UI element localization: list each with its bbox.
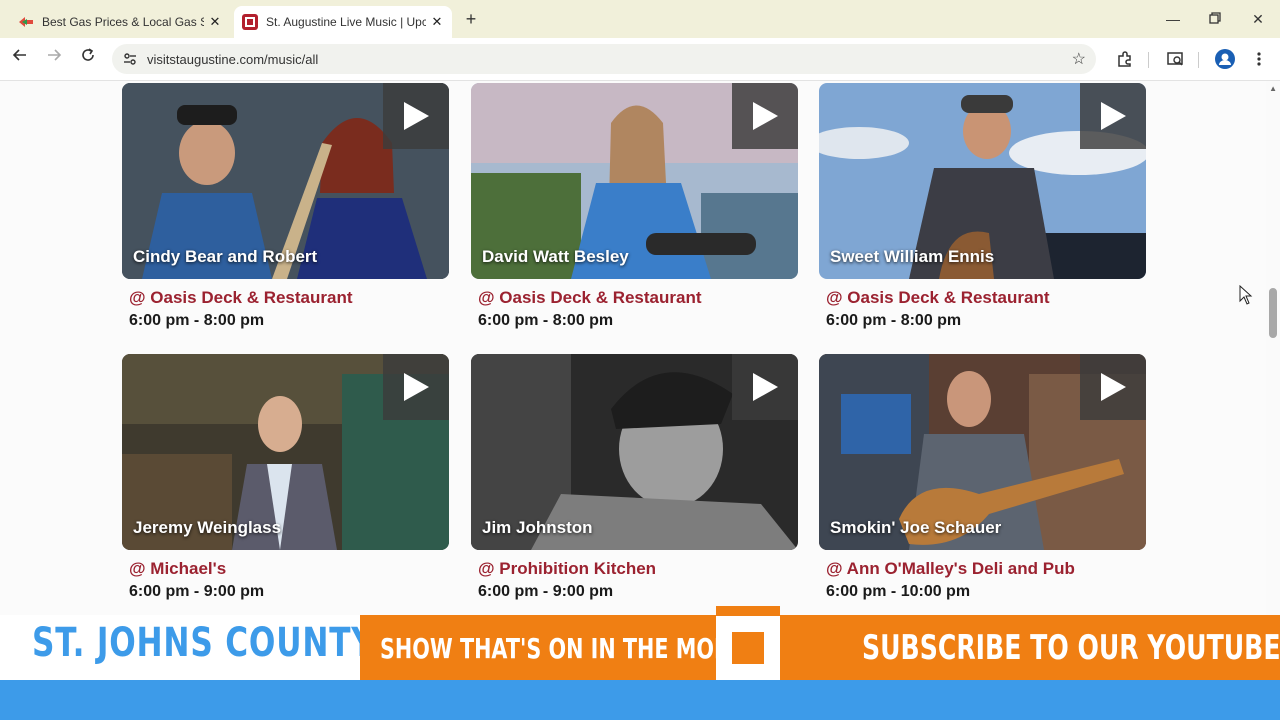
artist-name: Sweet William Ennis	[830, 247, 995, 266]
event-time: 6:00 pm - 9:00 pm	[478, 583, 614, 600]
music-listing-page: Cindy Bear and Robert @ Oasis Deck & Res…	[0, 81, 1280, 615]
artist-name: David Watt Besley	[482, 247, 629, 266]
event-card[interactable]: Jim Johnston @ Prohibition Kitchen 6:00 …	[471, 354, 798, 601]
play-icon	[1101, 102, 1126, 130]
venue-link[interactable]: @ Oasis Deck & Restaurant	[478, 288, 798, 308]
artist-name: Cindy Bear and Robert	[133, 247, 318, 266]
event-video-thumbnail[interactable]: Jeremy Weinglass	[122, 354, 449, 550]
menu-kebab-icon[interactable]	[1248, 48, 1270, 70]
event-video-thumbnail[interactable]: Sweet William Ennis	[819, 83, 1146, 279]
tab-search-icon[interactable]	[1164, 48, 1186, 70]
venue-link[interactable]: @ Oasis Deck & Restaurant	[129, 288, 449, 308]
event-video-thumbnail[interactable]: David Watt Besley	[471, 83, 798, 279]
forward-button[interactable]	[42, 47, 66, 71]
event-card[interactable]: Smokin' Joe Schauer @ Ann O'Malley's Del…	[819, 354, 1146, 601]
channel-logo-icon	[716, 606, 780, 680]
event-video-thumbnail[interactable]: Cindy Bear and Robert	[122, 83, 449, 279]
event-time: 6:00 pm - 9:00 pm	[129, 583, 265, 600]
play-button[interactable]	[1080, 83, 1146, 149]
tab-live-music[interactable]: St. Augustine Live Music | Upco ✕	[234, 6, 452, 38]
profile-avatar-icon[interactable]	[1214, 48, 1236, 70]
close-tab-icon[interactable]: ✕	[204, 14, 226, 30]
url-text: visitstaugustine.com/music/all	[147, 52, 319, 67]
play-icon	[753, 373, 778, 401]
event-video-thumbnail[interactable]: Smokin' Joe Schauer	[819, 354, 1146, 550]
event-time: 6:00 pm - 10:00 pm	[826, 583, 971, 600]
play-button[interactable]	[1080, 354, 1146, 420]
back-button[interactable]	[8, 47, 32, 71]
bookmark-star-icon[interactable]: ☆	[1072, 49, 1086, 69]
venue-link[interactable]: @ Ann O'Malley's Deli and Pub	[826, 559, 1146, 579]
address-bar[interactable]: visitstaugustine.com/music/all ☆	[112, 44, 1096, 74]
tab-bar: Best Gas Prices & Local Gas Sta ✕ St. Au…	[0, 0, 1280, 38]
banner-bottom-strip	[0, 680, 1280, 720]
venue-link[interactable]: @ Oasis Deck & Restaurant	[826, 288, 1146, 308]
venue-link[interactable]: @ Prohibition Kitchen	[478, 559, 798, 579]
play-button[interactable]	[383, 354, 449, 420]
scrollbar-thumb[interactable]	[1269, 288, 1277, 338]
event-time: 6:00 pm - 8:00 pm	[478, 312, 614, 329]
event-card[interactable]: David Watt Besley @ Oasis Deck & Restaur…	[471, 83, 798, 330]
restore-button[interactable]	[1202, 8, 1228, 30]
event-card[interactable]: Jeremy Weinglass @ Michael's 6:00 pm - 9…	[122, 354, 449, 601]
extensions-icon[interactable]	[1114, 48, 1136, 70]
play-icon	[753, 102, 778, 130]
play-icon	[404, 102, 429, 130]
tab-title: Best Gas Prices & Local Gas Sta	[42, 15, 204, 29]
play-button[interactable]	[383, 83, 449, 149]
artist-name: Jeremy Weinglass	[133, 518, 282, 537]
play-button[interactable]	[732, 83, 798, 149]
play-icon	[404, 373, 429, 401]
browser-toolbar: visitstaugustine.com/music/all ☆	[0, 38, 1280, 81]
scroll-up-arrow-icon[interactable]: ▲	[1269, 84, 1277, 93]
event-video-thumbnail[interactable]: Jim Johnston	[471, 354, 798, 550]
county-title: ST. JOHNS COUNTY	[32, 620, 375, 666]
subscribe-callout: SUBSCRIBE TO OUR YOUTUBE!	[862, 628, 1280, 668]
tab-gas-prices[interactable]: Best Gas Prices & Local Gas Sta ✕	[8, 6, 230, 38]
close-window-button[interactable]: ✕	[1245, 8, 1271, 30]
new-tab-button[interactable]: +	[460, 8, 482, 30]
toolbar-divider	[1198, 52, 1199, 68]
minimize-button[interactable]: —	[1160, 8, 1186, 30]
artist-name: Jim Johnston	[482, 518, 593, 537]
reload-button[interactable]	[76, 47, 100, 71]
event-card[interactable]: Cindy Bear and Robert @ Oasis Deck & Res…	[122, 83, 449, 330]
page-scrollbar[interactable]	[1266, 81, 1280, 615]
visit-st-augustine-icon	[242, 14, 258, 30]
toolbar-divider	[1148, 52, 1149, 68]
event-time: 6:00 pm - 8:00 pm	[129, 312, 265, 329]
event-time: 6:00 pm - 8:00 pm	[826, 312, 962, 329]
mouse-cursor-icon	[1239, 284, 1253, 310]
venue-link[interactable]: @ Michael's	[129, 559, 449, 579]
logo-bar	[716, 606, 780, 616]
artist-name: Smokin' Joe Schauer	[830, 518, 1002, 537]
event-card[interactable]: Sweet William Ennis @ Oasis Deck & Resta…	[819, 83, 1146, 330]
close-tab-icon[interactable]: ✕	[426, 14, 448, 30]
gasbuddy-icon	[18, 14, 34, 30]
logo-square	[732, 632, 764, 664]
tab-title: St. Augustine Live Music | Upco	[266, 15, 426, 29]
site-info-icon[interactable]	[122, 51, 138, 67]
play-button[interactable]	[732, 354, 798, 420]
play-icon	[1101, 373, 1126, 401]
